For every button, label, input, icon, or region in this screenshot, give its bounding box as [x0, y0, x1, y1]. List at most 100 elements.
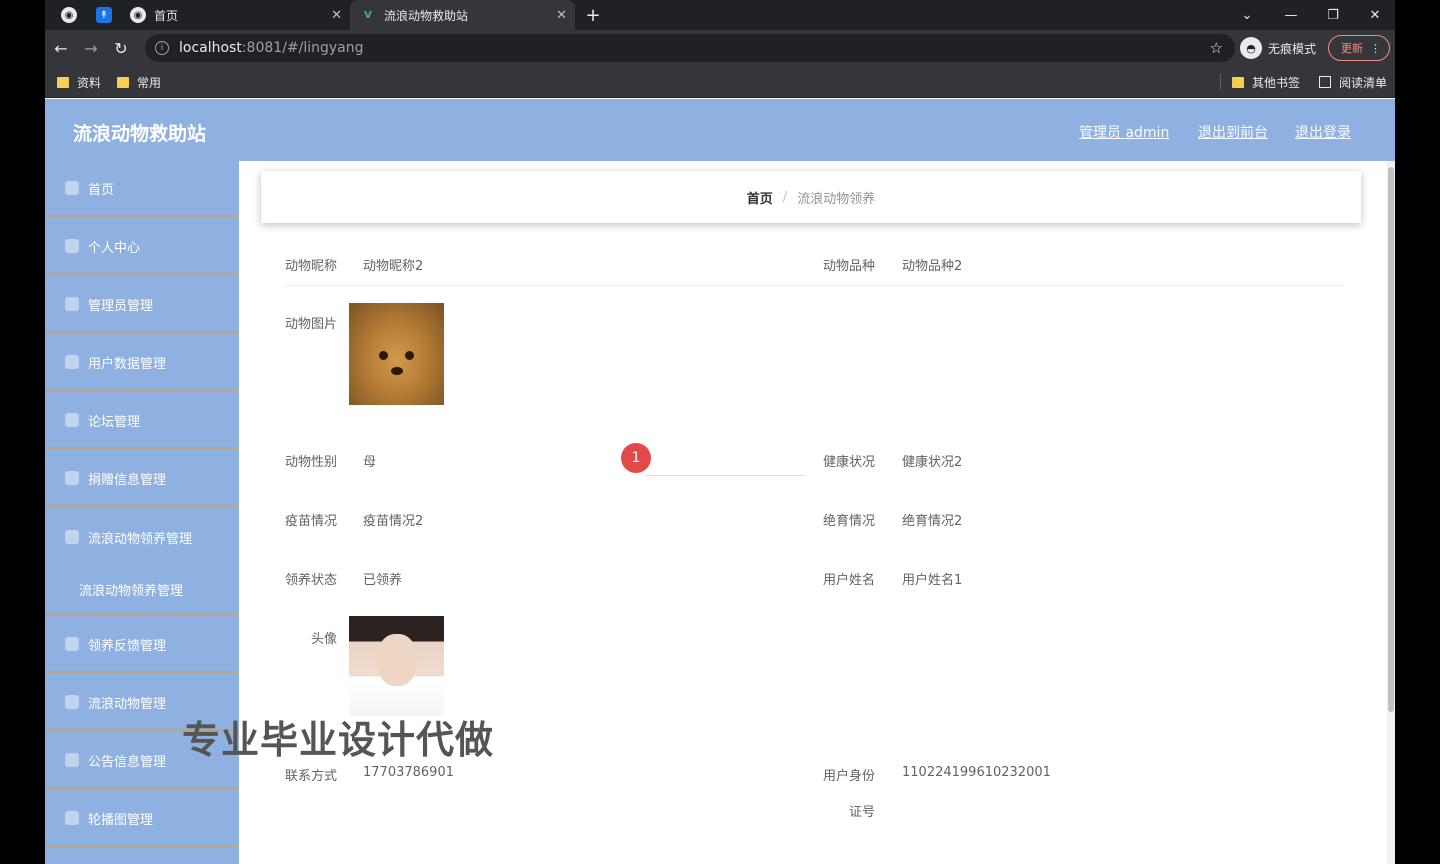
browser-window: ◉ ↟ ◉ 首页 ✕ V 流浪动物救助站 ✕ + ⌄ — ❐ ✕ ← → ↻ i… [45, 0, 1395, 864]
tab-label: 首页 [154, 8, 179, 23]
address-bar[interactable]: i localhost:8081/#/lingyang ☆ [145, 34, 1235, 62]
incognito-icon: ◓ [1240, 37, 1262, 59]
menu-icon [65, 637, 79, 651]
bookmark-star-icon[interactable]: ☆ [1210, 39, 1223, 57]
web-page: 流浪动物救助站 管理员 admin 退出到前台 退出登录 首页 个人中心 管理员… [45, 99, 1395, 864]
menu-icon [65, 753, 79, 767]
user-name-label: 用户姓名 [822, 573, 875, 588]
bookmark-divider [1220, 74, 1221, 90]
click-indicator: 1 [621, 443, 651, 473]
browser-toolbar: ← → ↻ i localhost:8081/#/lingyang ☆ ◓ 无痕… [45, 30, 1395, 66]
sidebar-item-forum[interactable]: 论坛管理 [45, 393, 239, 449]
underline-divider [645, 475, 805, 476]
menu-icon [65, 355, 79, 369]
id-card-value: 110224199610232001 [902, 765, 1051, 780]
front-page-link[interactable]: 退出到前台 [1198, 122, 1268, 142]
home-icon [65, 181, 79, 195]
other-bookmarks[interactable]: 其他书签 [1232, 74, 1300, 90]
close-window-icon[interactable]: ✕ [1353, 0, 1395, 30]
page-scrollbar[interactable] [1387, 161, 1395, 864]
reading-list[interactable]: 阅读清单 [1319, 74, 1387, 90]
url-host: localhost [179, 40, 242, 56]
watermark-text: 专业毕业设计代做 [182, 718, 495, 762]
breadcrumb-home[interactable]: 首页 [747, 188, 773, 207]
menu-icon [65, 695, 79, 709]
avatar-label: 头像 [310, 632, 337, 647]
tab-search-icon[interactable]: ⌄ [1225, 0, 1269, 30]
new-tab-icon[interactable]: + [577, 0, 609, 30]
sidebar-item-feedback[interactable]: 领养反馈管理 [45, 617, 239, 673]
pet-name-value: 动物昵称2 [363, 259, 424, 274]
logout-link[interactable]: 退出登录 [1295, 122, 1351, 142]
breadcrumb-current: 流浪动物领养 [797, 191, 876, 207]
tab-home[interactable]: ◉ 首页 ✕ [130, 0, 350, 30]
sidebar-item-adoption[interactable]: 流浪动物领养管理 [45, 509, 239, 565]
sidebar-item-home[interactable]: 首页 [45, 161, 239, 217]
tab-close-icon[interactable]: ✕ [556, 8, 567, 23]
bookmark-label: 常用 [137, 75, 162, 90]
menu-icon: ⋮ [1370, 41, 1381, 55]
breed-value: 动物品种2 [902, 259, 963, 274]
bookmark-folder-2[interactable]: 常用 [117, 74, 161, 90]
tab-close-icon[interactable]: ✕ [331, 8, 342, 23]
sidebar-item-label: 领养反馈管理 [88, 638, 167, 654]
pinned-tab-globe-icon[interactable]: ◉ [61, 7, 77, 23]
tab-active[interactable]: V 流浪动物救助站 ✕ [350, 0, 575, 30]
scrollbar-thumb[interactable] [1388, 167, 1394, 712]
breed-label: 动物品种 [822, 259, 875, 274]
sidebar-item-users[interactable]: 用户数据管理 [45, 335, 239, 391]
sidebar-item-donations[interactable]: 捐赠信息管理 [45, 451, 239, 507]
vue-icon: V [364, 9, 372, 21]
pinned-tab-app-icon[interactable]: ↟ [96, 7, 112, 23]
minimize-icon[interactable]: — [1269, 0, 1313, 30]
globe-icon: ◉ [130, 7, 146, 23]
sidebar-item-label: 管理员管理 [88, 298, 154, 314]
sidebar-subitem-adoption[interactable]: 流浪动物领养管理 [45, 565, 239, 615]
adopt-status-label: 领养状态 [284, 573, 337, 588]
row-divider [285, 285, 1345, 286]
pet-photo [349, 303, 444, 405]
menu-icon [65, 413, 79, 427]
admin-user-link[interactable]: 管理员 admin [1079, 122, 1169, 142]
sidebar-item-label: 首页 [88, 182, 115, 198]
sidebar-item-label: 论坛管理 [88, 414, 141, 430]
sidebar-subitem-label: 流浪动物领养管理 [79, 583, 184, 599]
folder-icon [117, 76, 129, 88]
folder-icon [1232, 76, 1244, 88]
bookmark-label: 资料 [77, 75, 102, 90]
sidebar-item-label: 个人中心 [88, 240, 141, 256]
incognito-indicator[interactable]: ◓ 无痕模式 [1240, 36, 1316, 60]
folder-icon [57, 76, 69, 88]
update-button[interactable]: 更新 ⋮ [1328, 35, 1390, 61]
user-avatar-photo [349, 616, 444, 716]
reload-icon[interactable]: ↻ [111, 38, 131, 58]
menu-icon [65, 530, 79, 544]
id-card-label-line2: 证号 [848, 805, 875, 820]
gender-value: 母 [363, 455, 377, 470]
health-value: 健康状况2 [902, 455, 963, 470]
tab-label: 流浪动物救助站 [384, 8, 469, 23]
menu-icon [65, 297, 79, 311]
gender-label: 动物性别 [284, 455, 337, 470]
pet-name-label: 动物昵称 [284, 259, 337, 274]
sidebar-item-label: 用户数据管理 [88, 356, 167, 372]
sidebar-item-label: 流浪动物管理 [88, 696, 167, 712]
sidebar-item-label: 捐赠信息管理 [88, 472, 167, 488]
sidebar-item-label: 公告信息管理 [88, 754, 167, 770]
contact-label: 联系方式 [284, 769, 337, 784]
menu-icon [65, 811, 79, 825]
sidebar-item-profile[interactable]: 个人中心 [45, 219, 239, 275]
sterile-label: 绝育情况 [822, 514, 875, 529]
forward-icon[interactable]: → [81, 38, 101, 58]
user-name-value: 用户姓名1 [902, 573, 963, 588]
incognito-label: 无痕模式 [1268, 41, 1317, 56]
bookmark-label: 其他书签 [1252, 75, 1301, 90]
back-icon[interactable]: ← [51, 38, 71, 58]
sidebar-item-admins[interactable]: 管理员管理 [45, 277, 239, 333]
sidebar-item-carousel[interactable]: 轮播图管理 [45, 791, 239, 847]
bookmark-label: 阅读清单 [1339, 75, 1388, 90]
site-info-icon[interactable]: i [155, 41, 169, 55]
restore-icon[interactable]: ❐ [1311, 0, 1355, 30]
adopt-status-value: 已领养 [363, 573, 403, 588]
bookmark-folder-1[interactable]: 资料 [57, 74, 101, 90]
